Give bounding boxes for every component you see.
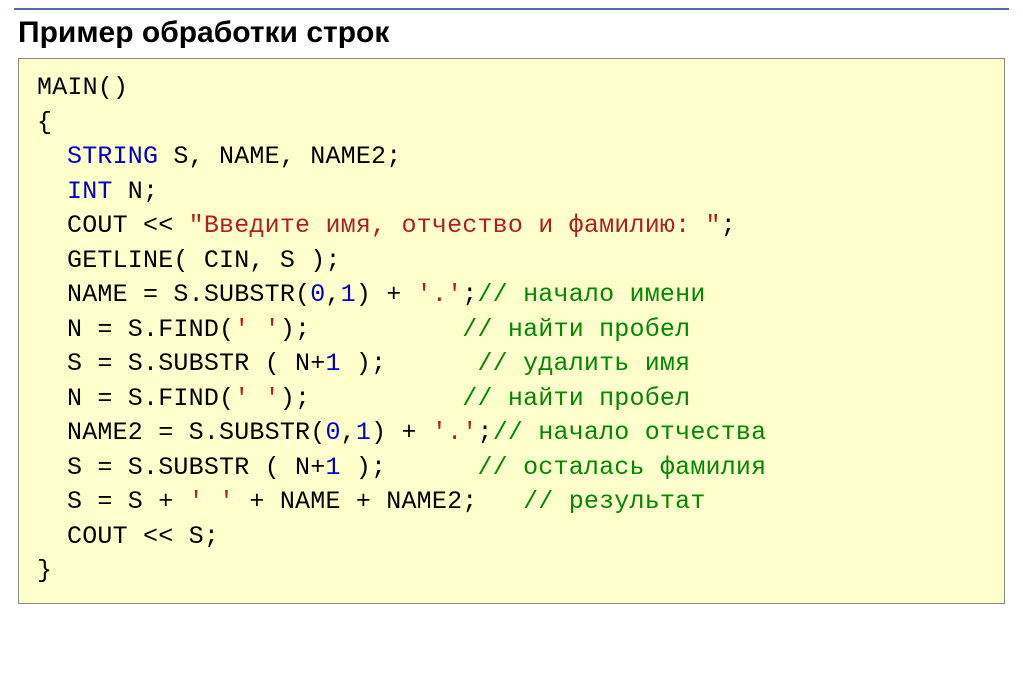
number: 1 — [325, 453, 340, 482]
number: 0 — [325, 418, 340, 447]
code-line: } — [37, 554, 986, 589]
code-line: MAIN() — [37, 71, 986, 106]
code-line: S = S.SUBSTR ( N+1 ); // удалить имя — [37, 347, 986, 382]
code-line: NAME = S.SUBSTR(0,1) + '.';// начало име… — [37, 278, 986, 313]
number: 1 — [341, 280, 356, 309]
code-line: GETLINE( CIN, S ); — [37, 244, 986, 279]
code-line: S = S + ' ' + NAME + NAME2; // результат — [37, 485, 986, 520]
code-text: COUT << — [67, 211, 189, 240]
comment: // удалить имя — [477, 349, 690, 378]
code-text: ) + — [371, 418, 432, 447]
code-text: S = S.SUBSTR ( N+ — [67, 349, 325, 378]
code-text: ) + — [356, 280, 417, 309]
comment: // результат — [523, 487, 705, 516]
code-text: S = S + — [67, 487, 189, 516]
code-text: N = S.FIND( — [67, 384, 234, 413]
code-text: S, NAME, NAME2; — [158, 142, 401, 171]
code-text: S = S.SUBSTR ( N+ — [67, 453, 325, 482]
code-text: + NAME + NAME2; — [234, 487, 523, 516]
code-text: N; — [113, 177, 159, 206]
code-line: COUT << "Введите имя, отчество и фамилию… — [37, 209, 986, 244]
comment: // начало имени — [477, 280, 705, 309]
code-line: STRING S, NAME, NAME2; — [37, 140, 986, 175]
code-line: NAME2 = S.SUBSTR(0,1) + '.';// начало от… — [37, 416, 986, 451]
code-line: S = S.SUBSTR ( N+1 ); // осталась фамили… — [37, 451, 986, 486]
number: 1 — [356, 418, 371, 447]
code-example-block: MAIN() { STRING S, NAME, NAME2; INT N; C… — [18, 58, 1005, 604]
code-line: { — [37, 106, 986, 141]
number: 0 — [310, 280, 325, 309]
code-text: ); — [280, 315, 462, 344]
comment: // начало отчества — [493, 418, 767, 447]
code-text: N = S.FIND( — [67, 315, 234, 344]
comment: // осталась фамилия — [477, 453, 766, 482]
code-text: ; — [721, 211, 736, 240]
string-literal: ' ' — [189, 487, 235, 516]
code-text: NAME = S.SUBSTR( — [67, 280, 310, 309]
keyword: INT — [67, 177, 113, 206]
code-text: ; — [477, 418, 492, 447]
code-text: , — [341, 418, 356, 447]
string-literal: "Введите имя, отчество и фамилию: " — [189, 211, 721, 240]
code-text: ); — [280, 384, 462, 413]
number: 1 — [325, 349, 340, 378]
code-text: ; — [462, 280, 477, 309]
string-literal: '.' — [417, 280, 463, 309]
code-text: ); — [341, 349, 478, 378]
string-literal: ' ' — [234, 384, 280, 413]
slide-title: Пример обработки строк — [0, 14, 1023, 58]
code-text: ); — [341, 453, 478, 482]
code-text: NAME2 = S.SUBSTR( — [67, 418, 325, 447]
comment: // найти пробел — [462, 315, 690, 344]
string-literal: '.' — [432, 418, 478, 447]
code-line: N = S.FIND(' '); // найти пробел — [37, 382, 986, 417]
code-line: INT N; — [37, 175, 986, 210]
comment: // найти пробел — [462, 384, 690, 413]
top-divider — [14, 8, 1009, 10]
code-text: , — [325, 280, 340, 309]
code-line: COUT << S; — [37, 520, 986, 555]
keyword: STRING — [67, 142, 158, 171]
string-literal: ' ' — [234, 315, 280, 344]
code-line: N = S.FIND(' '); // найти пробел — [37, 313, 986, 348]
